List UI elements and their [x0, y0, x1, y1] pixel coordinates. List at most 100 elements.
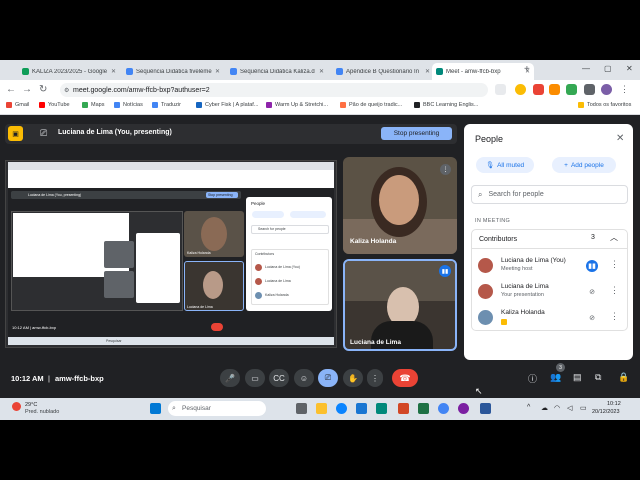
windows-start-icon[interactable] [150, 403, 161, 414]
chevron-up-icon[interactable]: ^ [527, 404, 530, 411]
all-muted-button[interactable]: 🎙 All muted [476, 157, 534, 173]
add-people-button[interactable]: + Add people [552, 157, 616, 173]
contributors-header[interactable]: Contributors [471, 229, 628, 249]
meeting-code: amw-ffcb-bxp [55, 374, 104, 383]
new-tab-button[interactable]: + [524, 64, 530, 75]
back-icon[interactable]: ← [6, 84, 16, 95]
bookmark-star-icon[interactable] [515, 84, 526, 95]
bookmark-item[interactable]: Cyber Fisk | A plataf... [196, 102, 258, 108]
browser-tab[interactable]: Meet - amw-ffcb-bxp ✕ [432, 63, 534, 80]
cloud-icon[interactable]: ☁ [541, 404, 548, 412]
host-controls-icon[interactable]: 🔒 [618, 372, 629, 383]
tab-close-icon[interactable]: ✕ [425, 68, 430, 75]
site-info-icon[interactable]: ⚙ [64, 87, 69, 94]
participant-row[interactable]: Luciana de Lima Your presentation ⊘ ⋮ [472, 279, 627, 305]
info-icon[interactable]: ⓘ [528, 372, 537, 385]
window-close-button[interactable]: ✕ [626, 64, 633, 73]
bookmark-label: Warm Up & Stretchi... [275, 102, 328, 108]
bookmark-item[interactable]: BBC Learning Englis... [414, 102, 478, 108]
more-options-icon[interactable]: ⋮ [610, 285, 619, 296]
present-button[interactable]: ⎚ [318, 369, 338, 387]
tab-close-icon[interactable]: ✕ [215, 68, 220, 75]
mini-contributors [251, 249, 329, 305]
url-text: meet.google.com/amw-ffcb-bxp?authuser=2 [73, 86, 210, 94]
wifi-icon[interactable]: ◠ [554, 404, 560, 412]
chrome-icon[interactable] [438, 403, 449, 414]
app-icon[interactable] [376, 403, 387, 414]
bookmark-item[interactable]: Traduzir [152, 102, 181, 108]
mini-face [203, 271, 223, 299]
task-view-icon[interactable] [296, 403, 307, 414]
close-icon[interactable]: ✕ [616, 133, 624, 144]
browser-tab[interactable]: KALIZA 2023/2025 - Google ✕ [18, 63, 120, 80]
reload-icon[interactable]: ↻ [39, 84, 47, 95]
raise-hand-button[interactable]: ✋ [343, 369, 363, 387]
install-icon[interactable] [495, 84, 506, 95]
more-icon[interactable]: ⋮ [440, 164, 451, 175]
tab-favicon-icon [336, 68, 343, 75]
bookmark-favicon-icon [82, 102, 88, 108]
captions-icon: CC [273, 373, 285, 383]
address-bar[interactable]: ⚙ meet.google.com/amw-ffcb-bxp?authuser=… [60, 83, 488, 97]
minimize-button[interactable]: — [582, 64, 590, 73]
mini-stop-label: Stop presenting [208, 193, 233, 197]
profile-avatar[interactable] [601, 84, 612, 95]
edge-icon[interactable] [336, 403, 347, 414]
more-options-icon[interactable]: ⋮ [610, 259, 619, 270]
mini-avatar [255, 278, 262, 285]
chevron-up-icon[interactable]: ︿ [610, 232, 618, 243]
powerpoint-icon[interactable] [398, 403, 409, 414]
bookmark-item[interactable]: Gmail [6, 102, 29, 108]
end-call-button[interactable]: ☎ [392, 369, 418, 387]
bookmark-item[interactable]: YouTube [39, 102, 70, 108]
camera-button[interactable]: ▭ [245, 369, 265, 387]
browser-tab[interactable]: Sequência Didática fiveléme ✕ [122, 63, 224, 80]
all-bookmarks[interactable]: Todos os favoritos [578, 102, 631, 108]
store-icon[interactable] [356, 403, 367, 414]
stop-presenting-button[interactable]: Stop presenting [381, 127, 452, 140]
browser-tab[interactable]: Sequência Didática Kaliza.d ✕ [226, 63, 328, 80]
bookmark-item[interactable]: Warm Up & Stretchi... [266, 102, 328, 108]
mini-taskbar-search: Pesquisar [106, 339, 122, 343]
mini-tab-strip [8, 162, 334, 170]
more-options-icon[interactable]: ⋮ [610, 311, 619, 322]
chrome-profile-icon[interactable] [458, 403, 469, 414]
browser-tab[interactable]: Apêndice B Questionário In ✕ [332, 63, 434, 80]
word-icon[interactable] [480, 403, 491, 414]
participant-row[interactable]: Luciana de Lima (You) Meeting host ▮▮ ⋮ [472, 253, 627, 279]
maximize-button[interactable]: ▢ [604, 64, 612, 73]
tab-close-icon[interactable]: ✕ [319, 68, 324, 75]
search-input[interactable]: ⌕ Search for people [471, 185, 628, 204]
extension-icon[interactable] [533, 84, 544, 95]
emoji-button[interactable]: ☺ [294, 369, 314, 387]
tab-favicon-icon [230, 68, 237, 75]
meet-logo: ▣ [8, 126, 23, 141]
excel-icon[interactable] [418, 403, 429, 414]
volume-icon[interactable]: ◁ [567, 404, 572, 412]
battery-icon[interactable]: ▭ [580, 404, 587, 412]
participant-row[interactable]: Kaliza Holanda ⊘ ⋮ [472, 305, 627, 331]
tile-luciana[interactable]: ▮▮ [343, 259, 457, 351]
people-icon[interactable]: 👥 [550, 372, 561, 383]
more-options-button[interactable]: ⋮ [367, 369, 383, 387]
forward-icon[interactable]: → [22, 84, 32, 95]
puzzle-icon[interactable] [584, 84, 595, 95]
extension-icon[interactable] [566, 84, 577, 95]
tab-label: Sequência Didática Kaliza.d [240, 68, 315, 75]
bookmark-item[interactable]: Maps [82, 102, 104, 108]
tab-label: KALIZA 2023/2025 - Google [32, 68, 108, 75]
menu-kebab-icon[interactable]: ⋮ [620, 84, 631, 95]
captions-button[interactable]: CC [269, 369, 289, 387]
mini-avatar [255, 292, 262, 299]
extension-icon[interactable] [549, 84, 560, 95]
file-explorer-icon[interactable] [316, 403, 327, 414]
tab-close-icon[interactable]: ✕ [111, 68, 116, 75]
bookmark-item[interactable]: Notícias [114, 102, 143, 108]
chat-icon[interactable]: ▤ [573, 372, 582, 383]
taskbar-search[interactable]: ⌕ Pesquisar [168, 401, 266, 416]
mic-button[interactable]: 🎤 [220, 369, 240, 387]
bookmark-favicon-icon [39, 102, 45, 108]
activities-icon[interactable]: ⧉ [595, 372, 601, 383]
bookmark-item[interactable]: Pão de queijo tradic... [340, 102, 402, 108]
mic-icon: 🎤 [225, 373, 235, 383]
